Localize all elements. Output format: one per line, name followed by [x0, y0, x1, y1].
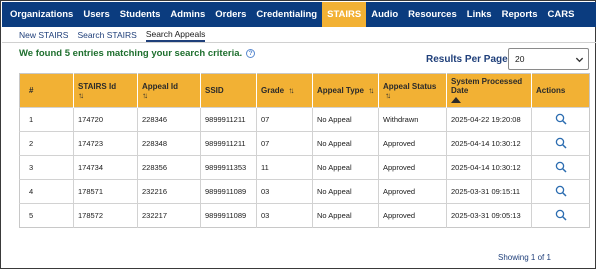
- subnav-search-stairs[interactable]: Search STAIRS: [77, 30, 136, 40]
- cell-appeal-type: No Appeal: [312, 131, 379, 156]
- cell-number: 2: [19, 131, 74, 156]
- results-per-page-value: 20: [515, 54, 525, 64]
- table-row: 5 178572 232217 9899911089 03 No Appeal …: [19, 203, 590, 228]
- results-message: We found 5 entries matching your search …: [19, 48, 256, 59]
- cell-number: 5: [19, 203, 74, 228]
- cell-grade: 03: [256, 179, 313, 204]
- top-navigation: Organizations Users Students Admins Orde…: [2, 2, 596, 27]
- sort-ascending-icon[interactable]: [451, 96, 461, 103]
- nav-organizations[interactable]: Organizations: [5, 2, 78, 27]
- search-icon[interactable]: [555, 185, 567, 197]
- cell-actions: [531, 107, 590, 132]
- cell-processed-date: 2025-03-31 09:05:13: [446, 203, 532, 228]
- cell-grade: 07: [256, 131, 313, 156]
- cell-appeal-id: 228356: [137, 155, 201, 180]
- sort-icon[interactable]: ↑↓: [368, 86, 374, 95]
- nav-students[interactable]: Students: [115, 2, 166, 27]
- cell-ssid: 9899911089: [200, 203, 257, 228]
- col-header-number: #: [19, 73, 74, 108]
- cell-number: 4: [19, 179, 74, 204]
- nav-admins[interactable]: Admins: [165, 2, 210, 27]
- cell-grade: 07: [256, 107, 313, 132]
- nav-credentialing[interactable]: Credentialing: [251, 2, 322, 27]
- cell-stairs-id: 174734: [73, 155, 138, 180]
- cell-appeal-type: No Appeal: [312, 203, 379, 228]
- chevron-down-icon: [575, 57, 584, 62]
- cell-appeal-type: No Appeal: [312, 155, 379, 180]
- cell-number: 1: [19, 107, 74, 132]
- cell-stairs-id: 178572: [73, 203, 138, 228]
- cell-number: 3: [19, 155, 74, 180]
- col-header-grade[interactable]: Grade ↑↓: [256, 73, 313, 108]
- help-icon[interactable]: ?: [246, 49, 256, 58]
- col-header-appeal-status[interactable]: Appeal Status ↑↓: [378, 73, 447, 108]
- cell-stairs-id: 174723: [73, 131, 138, 156]
- search-icon[interactable]: [555, 209, 567, 221]
- cell-ssid: 9899911211: [200, 107, 257, 132]
- pagination-status: Showing 1 of 1: [498, 253, 551, 262]
- table-row: 1 174720 228346 9899911211 07 No Appeal …: [19, 107, 590, 132]
- col-header-appeal-id[interactable]: Appeal Id ↑↓: [137, 73, 201, 108]
- cell-actions: [531, 203, 590, 228]
- results-per-page-select[interactable]: 20: [508, 48, 589, 70]
- search-icon[interactable]: [555, 161, 567, 173]
- search-icon[interactable]: [555, 137, 567, 149]
- cell-appeal-status: Withdrawn: [378, 107, 447, 132]
- col-header-actions: Actions: [531, 73, 590, 108]
- cell-ssid: 9899911089: [200, 179, 257, 204]
- cell-appeal-status: Approved: [378, 179, 447, 204]
- cell-processed-date: 2025-04-14 10:30:12: [446, 131, 532, 156]
- search-icon[interactable]: [555, 113, 567, 125]
- cell-appeal-id: 232217: [137, 203, 201, 228]
- sort-icon[interactable]: ↑↓: [288, 86, 294, 95]
- nav-stairs[interactable]: STAIRS: [322, 2, 367, 27]
- sub-navigation: New STAIRS Search STAIRS Search Appeals: [2, 28, 596, 43]
- sort-icon[interactable]: ↑↓: [78, 91, 133, 100]
- sort-icon[interactable]: ↑↓: [385, 91, 391, 100]
- cell-stairs-id: 174720: [73, 107, 138, 132]
- cell-appeal-status: Approved: [378, 131, 447, 156]
- table-row: 4 178571 232216 9899911089 03 No Appeal …: [19, 179, 590, 204]
- cell-appeal-id: 228348: [137, 131, 201, 156]
- nav-cars[interactable]: CARS: [542, 2, 579, 27]
- subnav-new-stairs[interactable]: New STAIRS: [19, 30, 68, 40]
- cell-appeal-type: No Appeal: [312, 107, 379, 132]
- results-message-text: We found 5 entries matching your search …: [19, 48, 243, 59]
- cell-processed-date: 2025-04-22 19:20:08: [446, 107, 532, 132]
- nav-users[interactable]: Users: [78, 2, 114, 27]
- appeals-table: # STAIRS Id ↑↓ Appeal Id ↑↓ SSID Grade ↑↓ …: [19, 73, 590, 228]
- cell-processed-date: 2025-03-31 09:15:11: [446, 179, 532, 204]
- nav-reports[interactable]: Reports: [497, 2, 543, 27]
- col-header-appeal-type[interactable]: Appeal Type ↑↓: [312, 73, 379, 108]
- col-header-stairs-id[interactable]: STAIRS Id ↑↓: [73, 73, 138, 108]
- cell-appeal-status: Approved: [378, 155, 447, 180]
- cell-processed-date: 2025-04-14 10:30:12: [446, 155, 532, 180]
- cell-grade: 11: [256, 155, 313, 180]
- cell-ssid: 9899911211: [200, 131, 257, 156]
- col-header-ssid: SSID: [200, 73, 257, 108]
- subnav-search-appeals[interactable]: Search Appeals: [145, 29, 206, 42]
- results-per-page-label: Results Per Page: [426, 54, 508, 65]
- table-row: 3 174734 228356 9899911353 11 No Appeal …: [19, 155, 590, 180]
- nav-orders[interactable]: Orders: [210, 2, 251, 27]
- col-header-processed-date[interactable]: System Processed Date: [446, 73, 532, 108]
- cell-appeal-type: No Appeal: [312, 179, 379, 204]
- nav-resources[interactable]: Resources: [403, 2, 462, 27]
- cell-stairs-id: 178571: [73, 179, 138, 204]
- cell-actions: [531, 179, 590, 204]
- cell-appeal-id: 228346: [137, 107, 201, 132]
- cell-actions: [531, 155, 590, 180]
- table-row: 2 174723 228348 9899911211 07 No Appeal …: [19, 131, 590, 156]
- table-header-row: # STAIRS Id ↑↓ Appeal Id ↑↓ SSID Grade ↑↓ …: [19, 73, 590, 108]
- cell-appeal-status: Approved: [378, 203, 447, 228]
- sort-icon[interactable]: ↑↓: [142, 91, 196, 100]
- cell-ssid: 9899911353: [200, 155, 257, 180]
- cell-grade: 03: [256, 203, 313, 228]
- page-frame: Organizations Users Students Admins Orde…: [0, 0, 596, 269]
- cell-appeal-id: 232216: [137, 179, 201, 204]
- nav-audio[interactable]: Audio: [366, 2, 403, 27]
- nav-links[interactable]: Links: [462, 2, 497, 27]
- cell-actions: [531, 131, 590, 156]
